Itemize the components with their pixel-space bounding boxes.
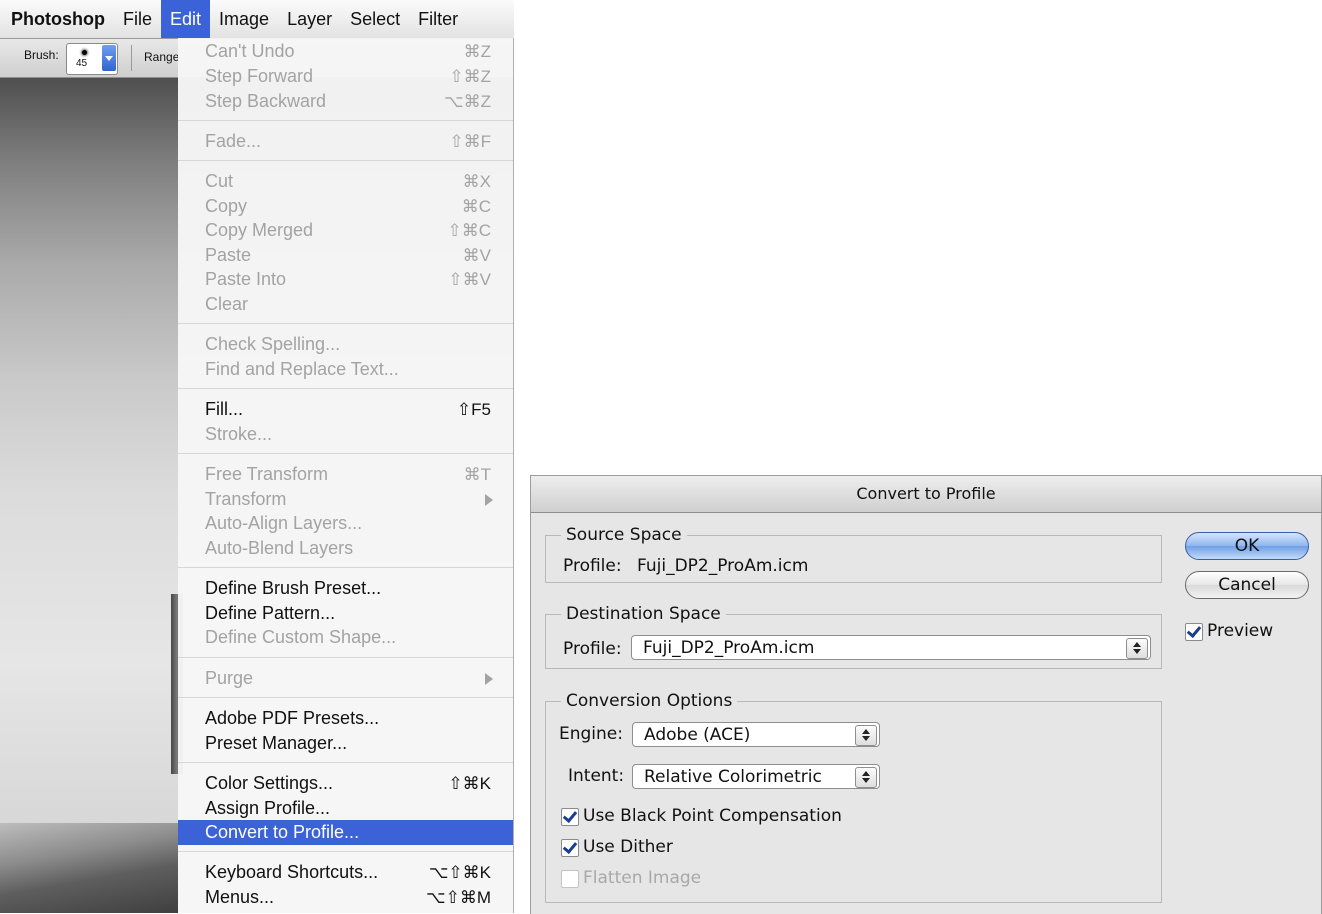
menu-item-auto-blend[interactable]: Auto-Blend Layers [178,536,513,561]
dither-checkbox[interactable] [561,839,579,857]
menu-item-color-settings[interactable]: Color Settings... ⇧⌘K [178,771,513,796]
intent-value: Relative Colorimetric [644,767,822,787]
chevron-down-icon[interactable] [102,45,116,71]
menu-separator [178,453,513,454]
menu-item-stroke[interactable]: Stroke... [178,422,513,447]
destination-space-group: Destination Space Profile: Fuji_DP2_ProA… [545,603,1162,669]
submenu-arrow-icon [485,494,493,506]
stepper-icon[interactable] [1126,638,1148,659]
conversion-options-title: Conversion Options [561,690,738,712]
stepper-icon[interactable] [855,767,877,788]
menu-separator [178,851,513,852]
menu-separator [178,120,513,121]
menu-item-find-replace[interactable]: Find and Replace Text... [178,357,513,382]
flatten-checkbox-row: Flatten Image [561,867,761,891]
destination-profile-select[interactable]: Fuji_DP2_ProAm.icm [631,635,1151,660]
ok-button[interactable]: OK [1185,532,1309,560]
dither-label: Use Dither [583,837,673,857]
menu-item-convert-to-profile[interactable]: Convert to Profile... [178,820,513,845]
brush-tip-icon [82,50,87,55]
menu-separator [178,762,513,763]
preview-label: Preview [1207,621,1274,641]
menu-item-purge[interactable]: Purge [178,666,513,691]
menu-item-copy-merged[interactable]: Copy Merged ⇧⌘C [178,218,513,243]
menu-item-transform[interactable]: Transform [178,487,513,512]
engine-value: Adobe (ACE) [644,725,751,745]
destination-space-title: Destination Space [561,603,726,625]
menu-item-define-pattern[interactable]: Define Pattern... [178,601,513,626]
source-profile-value: Fuji_DP2_ProAm.icm [637,556,809,576]
menu-item-paste[interactable]: Paste ⌘V [178,243,513,268]
preview-checkbox-row[interactable]: Preview [1185,620,1305,644]
source-space-title: Source Space [561,524,687,546]
menu-image[interactable]: Image [210,0,278,38]
menu-item-check-spelling[interactable]: Check Spelling... [178,332,513,357]
menu-item-menus[interactable]: Menus... ⌥⇧⌘M [178,885,513,910]
brush-size: 45 [76,58,88,69]
menu-separator [178,388,513,389]
menu-item-preset-manager[interactable]: Preset Manager... [178,731,513,756]
menu-item-define-brush[interactable]: Define Brush Preset... [178,576,513,601]
menu-app[interactable]: Photoshop [0,0,114,38]
menu-item-cut[interactable]: Cut ⌘X [178,169,513,194]
engine-label: Engine: [559,724,623,744]
divider [131,45,132,71]
flatten-checkbox [561,870,579,888]
range-label: Range [144,50,180,64]
black-point-label: Use Black Point Compensation [583,806,842,826]
dialog-title[interactable]: Convert to Profile [531,476,1321,513]
convert-to-profile-dialog: Convert to Profile Source Space Profile:… [530,475,1322,914]
menu-file[interactable]: File [114,0,161,38]
intent-select[interactable]: Relative Colorimetric [632,764,880,789]
conversion-options-group: Conversion Options Engine: Adobe (ACE) I… [545,690,1162,903]
menu-item-keyboard-shortcuts[interactable]: Keyboard Shortcuts... ⌥⇧⌘K [178,860,513,885]
canvas-rocks [0,823,178,913]
menu-separator [178,657,513,658]
menu-item-cant-undo[interactable]: Can't Undo ⌘Z [178,39,513,64]
canvas-photo-left [0,78,178,913]
black-point-checkbox[interactable] [561,808,579,826]
menu-item-free-transform[interactable]: Free Transform ⌘T [178,462,513,487]
intent-label: Intent: [568,766,625,786]
menu-separator [178,567,513,568]
menu-filter[interactable]: Filter [409,0,467,38]
edit-menu-dropdown: Can't Undo ⌘Z Step Forward ⇧⌘Z Step Backwa… [178,38,513,913]
source-space-group: Source Space Profile: Fuji_DP2_ProAm.icm [545,524,1162,583]
menu-item-auto-align[interactable]: Auto-Align Layers... [178,511,513,536]
black-point-checkbox-row[interactable]: Use Black Point Compensation [561,805,881,829]
menu-item-copy[interactable]: Copy ⌘C [178,194,513,219]
engine-select[interactable]: Adobe (ACE) [632,722,880,747]
menu-item-step-forward[interactable]: Step Forward ⇧⌘Z [178,64,513,89]
submenu-arrow-icon [485,673,493,685]
brush-picker[interactable]: 45 [66,43,118,75]
brush-label: Brush: [24,48,59,62]
menu-edit[interactable]: Edit [161,0,211,38]
stepper-icon[interactable] [855,725,877,746]
cancel-button[interactable]: Cancel [1185,571,1309,599]
menu-item-fade[interactable]: Fade... ⇧⌘F [178,129,513,154]
destination-profile-label: Profile: [563,639,622,659]
preview-checkbox[interactable] [1185,623,1203,641]
source-profile-label: Profile: [563,556,622,576]
menu-item-assign-profile[interactable]: Assign Profile... [178,796,513,821]
menu-separator [178,697,513,698]
menu-bar: Photoshop File Edit Image Layer Select F… [0,0,514,39]
menu-item-paste-into[interactable]: Paste Into ⇧⌘V [178,267,513,292]
destination-profile-value: Fuji_DP2_ProAm.icm [643,638,815,658]
dither-checkbox-row[interactable]: Use Dither [561,836,761,860]
menu-item-fill[interactable]: Fill... ⇧F5 [178,397,513,422]
menu-item-define-shape[interactable]: Define Custom Shape... [178,625,513,650]
menu-item-step-backward[interactable]: Step Backward ⌥⌘Z [178,89,513,114]
menu-select[interactable]: Select [341,0,409,38]
menu-item-clear[interactable]: Clear [178,292,513,317]
menu-separator [178,160,513,161]
menu-layer[interactable]: Layer [278,0,341,38]
photoshop-window: Brush: 45 Range Photoshop File Edit Imag… [0,0,514,913]
menu-separator [178,323,513,324]
flatten-label: Flatten Image [583,868,702,888]
menu-item-pdf-presets[interactable]: Adobe PDF Presets... [178,706,513,731]
